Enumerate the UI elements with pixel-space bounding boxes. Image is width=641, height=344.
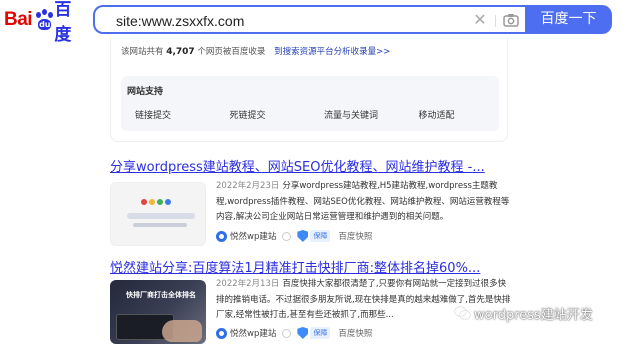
site-logo-icon	[216, 230, 227, 242]
search-box: ✕	[93, 5, 525, 34]
result-thumbnail[interactable]: 快排厂商打击全体排名	[110, 280, 206, 344]
indexed-count: 4,707	[166, 47, 195, 57]
source-name[interactable]: 悦然wp建站	[230, 327, 276, 339]
snapshot-link[interactable]: 百度快照	[338, 327, 372, 339]
wechat-icon	[455, 306, 471, 321]
snapshot-link[interactable]: 百度快照	[338, 230, 372, 242]
support-link-traffic[interactable]: 流量与关键词	[310, 108, 405, 121]
analysis-link[interactable]: 到搜索资源平台分析收录量>>	[274, 47, 390, 57]
baidu-logo[interactable]: Bai du 百度	[4, 0, 84, 45]
site-support-panel: 网站支持 链接提交 死链提交 流量与关键词 移动适配	[121, 76, 499, 131]
support-link-deadlink[interactable]: 死链提交	[216, 108, 311, 121]
site-logo-icon	[216, 327, 227, 339]
wechat-watermark: wordpress建站开发	[455, 304, 593, 323]
result-thumbnail[interactable]	[110, 182, 206, 246]
result-source: 悦然wp建站 保障 百度快照	[216, 326, 372, 340]
indexed-summary: 该网站共有 4,707 个网页被百度收录 到搜索资源平台分析收录量>>	[121, 47, 391, 57]
paw-logo-icon: du	[33, 9, 54, 31]
logo-text-latin: Bai	[4, 9, 33, 30]
guarantee-badge: 保障	[310, 230, 331, 242]
shield-icon	[297, 327, 309, 339]
shield-icon	[297, 230, 309, 242]
divider	[495, 15, 496, 27]
support-link-submit[interactable]: 链接提交	[121, 108, 216, 121]
support-link-mobile[interactable]: 移动适配	[405, 108, 500, 121]
support-title: 网站支持	[127, 87, 164, 97]
result-title[interactable]: 悦然建站分享:百度算法1月精准打击快排厂商:整体排名掉60%...	[110, 257, 480, 276]
search-button[interactable]: 百度一下	[525, 5, 612, 34]
result-abstract: 2022年2月23日 分享wordpress建站教程,H5建站教程,wordpre…	[216, 181, 510, 222]
result-date: 2022年2月23日	[216, 181, 280, 191]
result-title[interactable]: 分享wordpress建站教程、网站SEO优化教程、网站维护教程 -...	[110, 156, 485, 175]
watermark-text: wordpress建站开发	[474, 308, 593, 323]
result-source: 悦然wp建站 保障 百度快照	[216, 229, 372, 243]
source-name[interactable]: 悦然wp建站	[230, 230, 276, 242]
guarantee-badge: 保障	[310, 327, 331, 339]
clear-icon[interactable]: ✕	[470, 10, 490, 30]
result-date: 2022年2月13日	[216, 279, 280, 289]
info-icon[interactable]	[282, 328, 292, 338]
info-icon[interactable]	[282, 231, 292, 241]
site-info-card: 该网站共有 4,707 个网页被百度收录 到搜索资源平台分析收录量>> 网站支持…	[110, 38, 508, 142]
thumbnail-caption: 快排厂商打击全体排名	[126, 291, 196, 299]
search-input[interactable]	[116, 11, 446, 31]
camera-icon[interactable]	[501, 10, 521, 30]
logo-text-chinese: 百度	[54, 0, 71, 45]
